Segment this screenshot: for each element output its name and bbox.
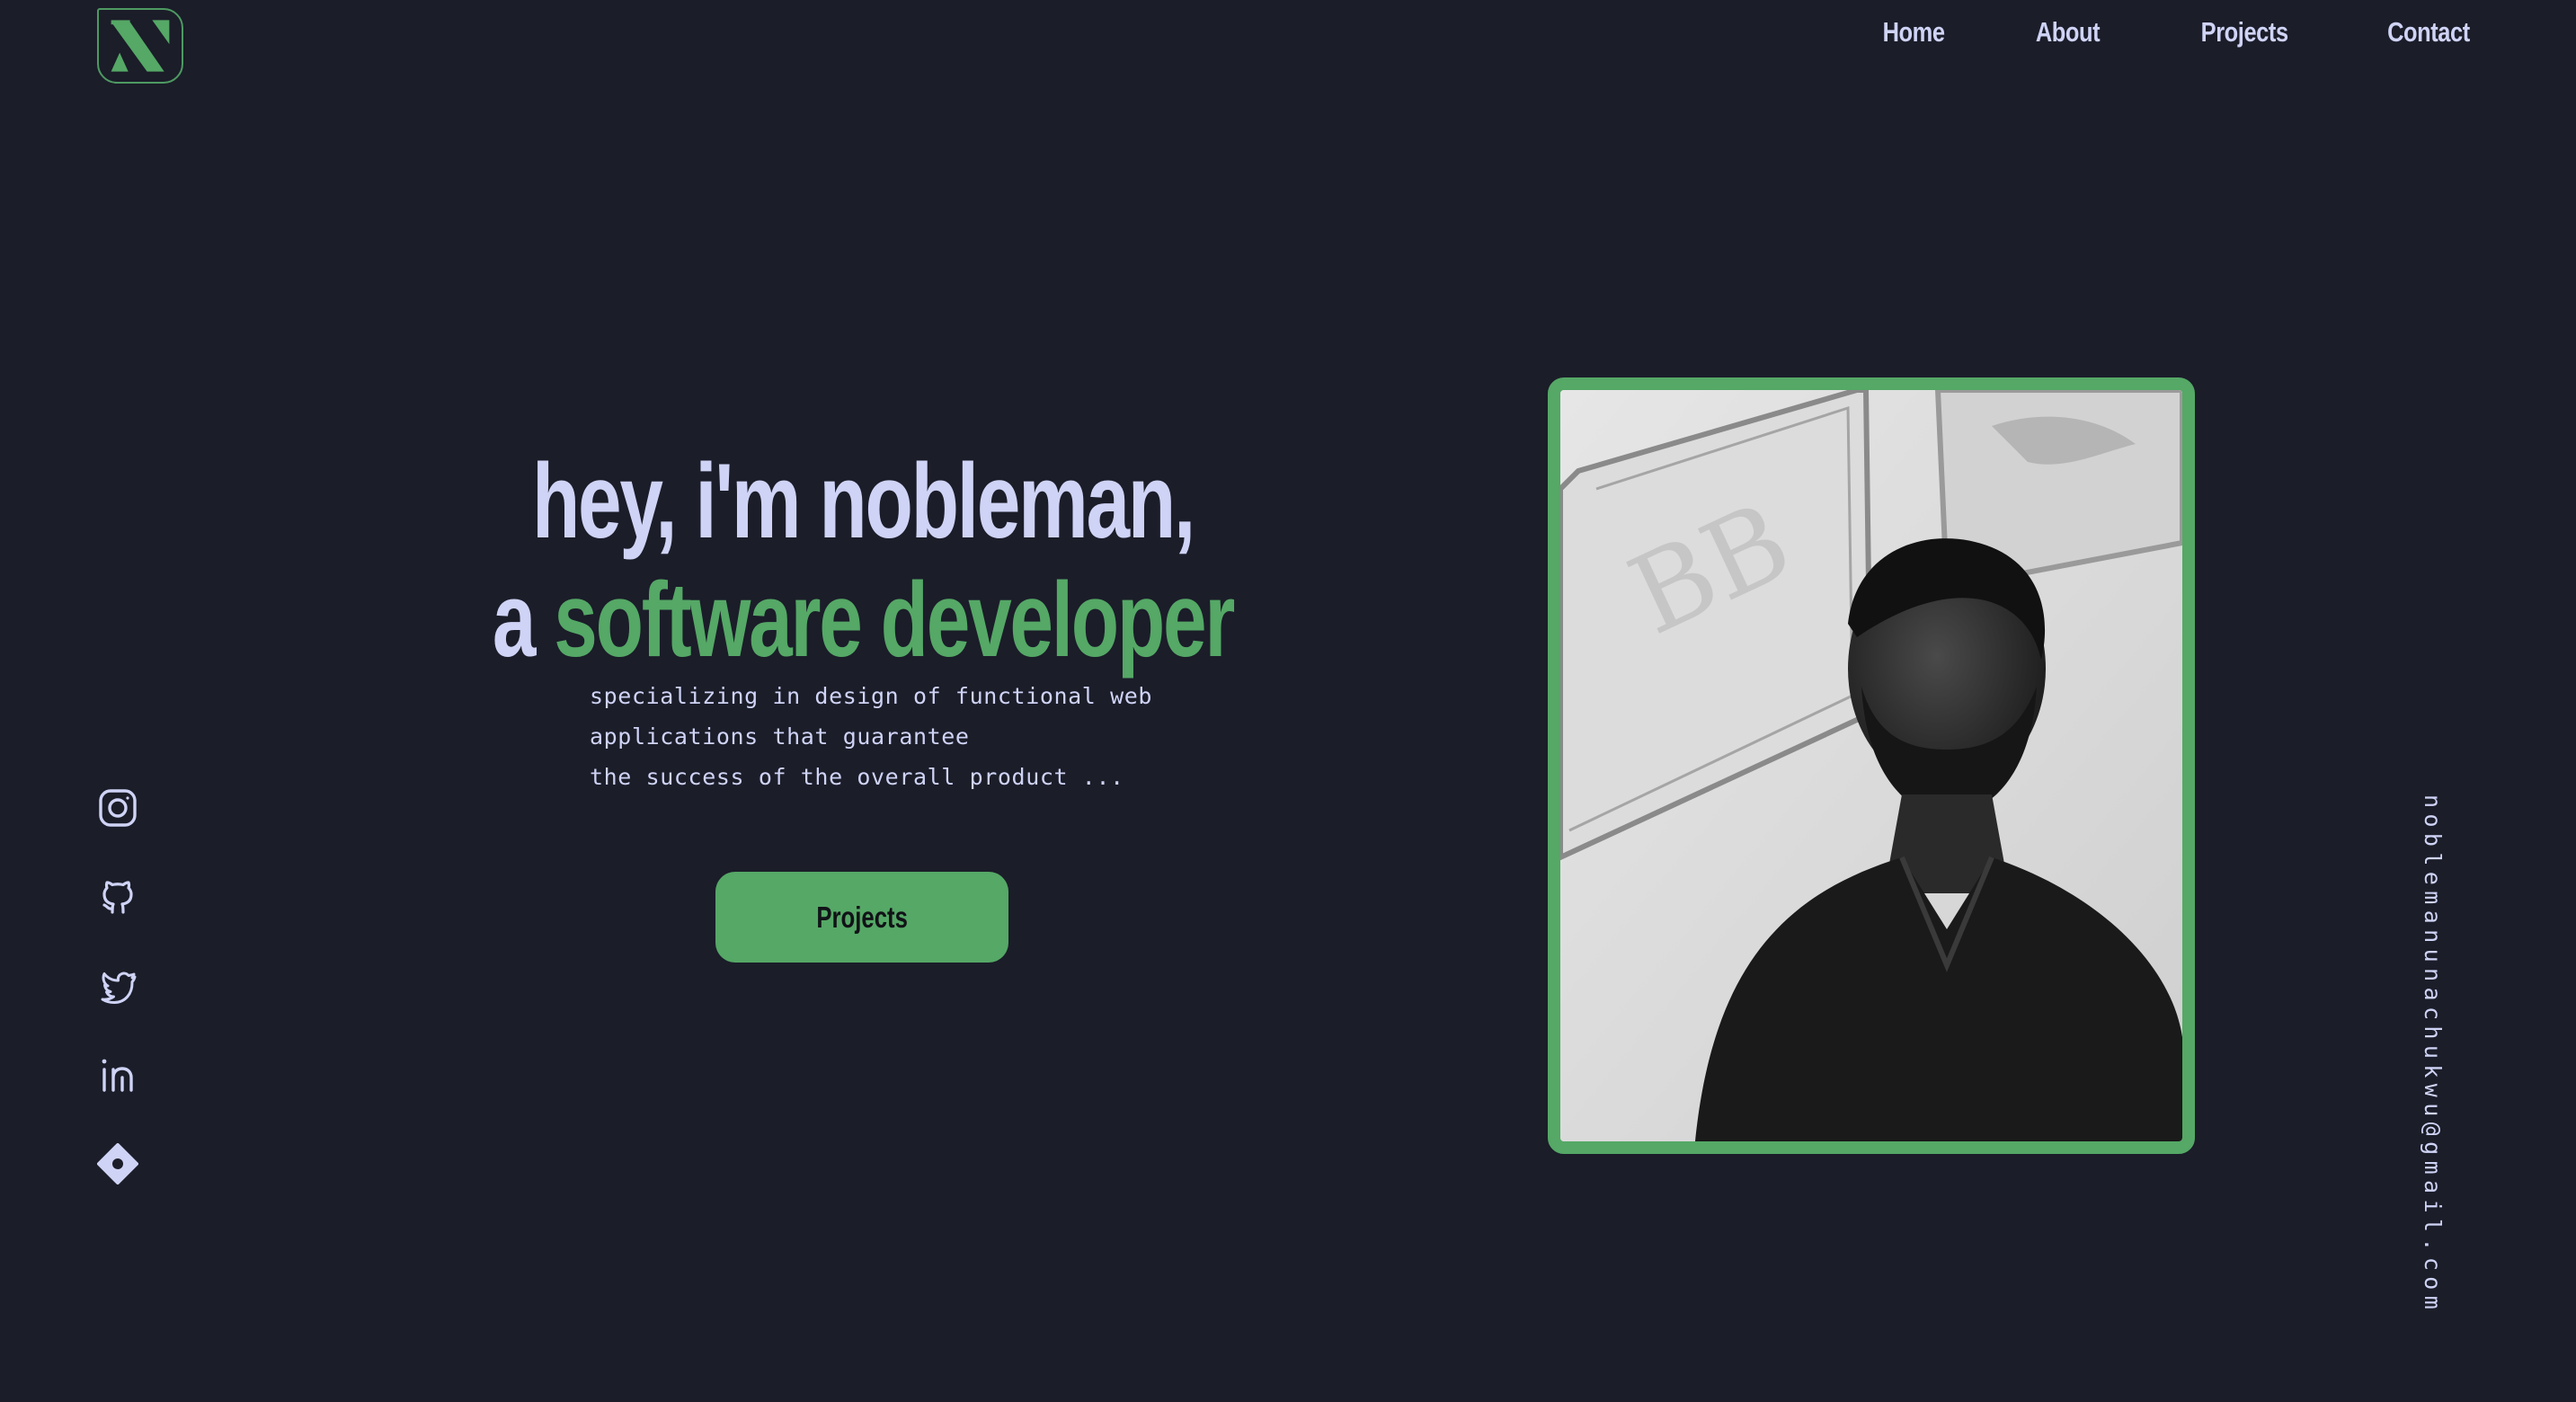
main-nav: Home About Projects Contact <box>1876 16 2479 49</box>
github-icon[interactable] <box>97 876 138 918</box>
projects-button[interactable]: Projects <box>715 872 1008 963</box>
hero-role-prefix: a <box>492 561 555 680</box>
email-link[interactable]: noblemanunachukwu@gmail.com <box>2420 794 2446 1315</box>
logo-n-icon <box>111 20 170 72</box>
hero-subtitle: specializing in design of functional web… <box>590 683 1153 790</box>
twitter-icon[interactable] <box>97 965 138 1007</box>
portrait-photo: BB <box>1548 377 2195 1154</box>
social-links <box>97 787 138 1232</box>
hero-greeting: hey, i'm nobleman, <box>531 442 1195 562</box>
logo[interactable] <box>97 8 183 84</box>
instagram-icon[interactable] <box>97 787 138 829</box>
hero-role-accent: software developer <box>554 561 1235 680</box>
nav-about-link[interactable]: About <box>2036 16 2101 49</box>
nav-projects-link[interactable]: Projects <box>2200 16 2287 49</box>
portrait-image: BB <box>1560 390 2182 1141</box>
nav-home-link[interactable]: Home <box>1882 16 1944 49</box>
diamond-icon[interactable] <box>97 1143 138 1185</box>
projects-button-label: Projects <box>816 900 908 934</box>
hero-role: a software developer <box>491 567 1236 673</box>
hero-heading: hey, i'm nobleman, a software developer <box>360 448 1366 673</box>
nav-contact-link[interactable]: Contact <box>2387 16 2470 49</box>
linkedin-icon[interactable] <box>97 1054 138 1096</box>
